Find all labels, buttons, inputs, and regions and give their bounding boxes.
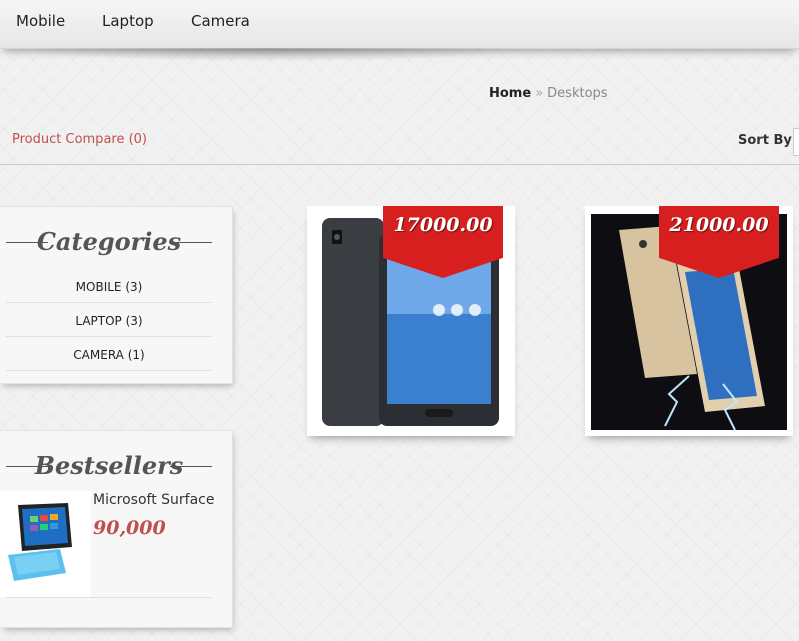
product-compare-link[interactable]: Product Compare (0) [12,132,147,147]
bestseller-price: 90,000 [93,517,166,539]
sort-by-select[interactable] [793,128,799,156]
toolbar-divider [0,164,799,165]
category-item-mobile[interactable]: MOBILE (3) [6,280,212,294]
breadcrumb: Home » Desktops [489,86,608,101]
bestseller-thumbnail[interactable] [0,491,91,597]
breadcrumb-current: Desktops [547,86,608,101]
bestseller-divider [6,597,212,598]
bestseller-name[interactable]: Microsoft Surface [93,492,215,508]
category-divider [6,370,212,371]
title-rule-right [170,242,212,243]
top-nav: Mobile Laptop Camera [0,0,799,49]
product-price: 21000.00 [669,214,769,236]
category-divider [6,336,212,337]
nav-shadow [10,48,530,62]
category-divider [6,302,212,303]
nav-item-laptop[interactable]: Laptop [102,12,154,30]
category-item-camera[interactable]: CAMERA (1) [6,348,212,362]
categories-panel: Categories MOBILE (3) LAPTOP (3) CAMERA … [0,206,233,384]
product-price: 17000.00 [393,214,493,236]
nav-item-camera[interactable]: Camera [191,12,250,30]
nav-item-mobile[interactable]: Mobile [16,12,65,30]
title-rule-right [170,466,212,467]
product-card[interactable]: 21000.00 [585,206,793,436]
surface-tablet-image [8,503,72,581]
sort-by-label: Sort By: [738,133,798,148]
breadcrumb-home-link[interactable]: Home [489,86,531,101]
product-card[interactable]: 17000.00 [307,206,515,436]
breadcrumb-separator: » [535,86,544,101]
category-item-laptop[interactable]: LAPTOP (3) [6,314,212,328]
